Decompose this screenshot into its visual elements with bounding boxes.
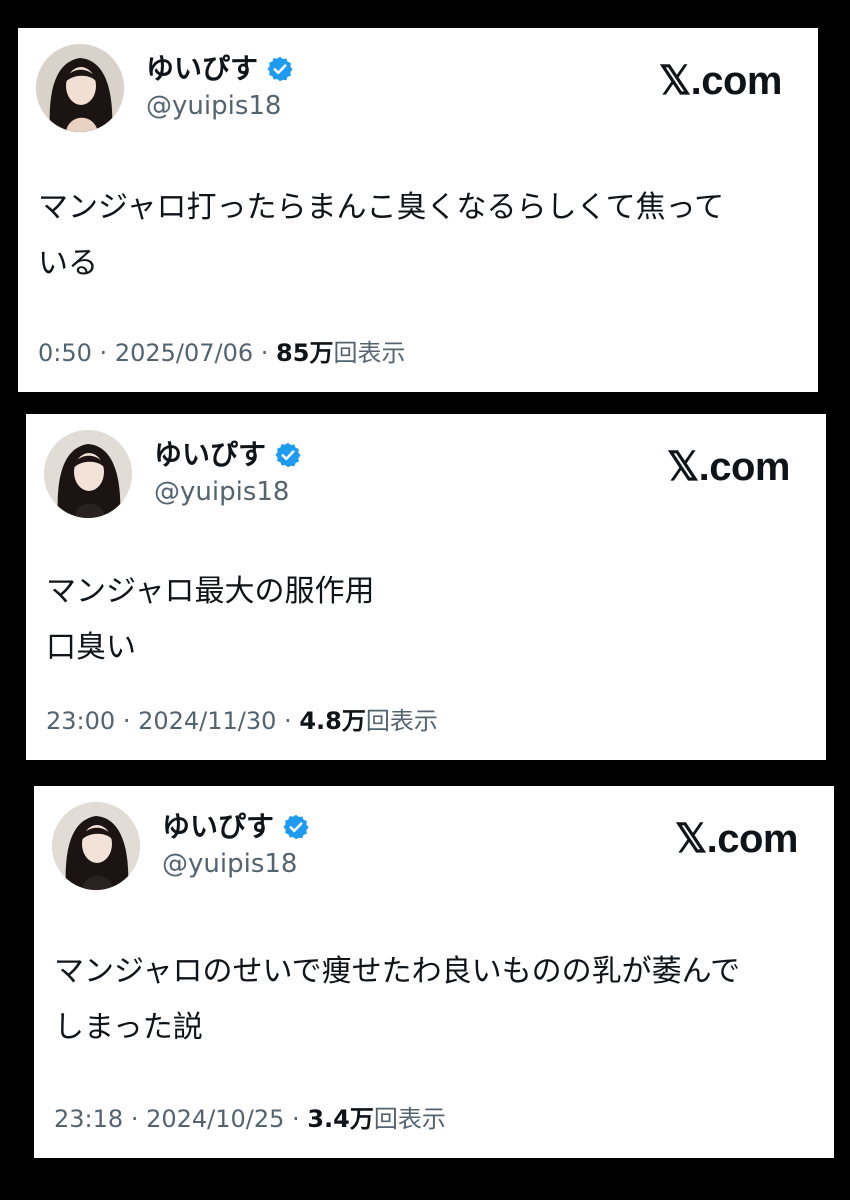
site-logo: 𝕏.com [666, 445, 791, 489]
handle[interactable]: @yuipis18 [146, 90, 281, 122]
tweet-card[interactable]: ゆいぴす @yuipis18 𝕏.com マンジャロのせいで痩せたわ良いものの乳… [34, 786, 834, 1158]
separator: · [130, 1105, 147, 1133]
verified-badge-icon [267, 56, 293, 82]
tweet-card[interactable]: ゆいぴす @yuipis18 𝕏.com マンジャロ打ったらまんこ臭くなるらしく… [18, 28, 818, 392]
views-label: 回表示 [373, 1105, 446, 1133]
views-count: 3.4万 [307, 1105, 374, 1133]
tweet-date[interactable]: 2024/10/25 [146, 1105, 284, 1133]
tweet-meta: 0:50 · 2025/07/06 · 85万回表示 [38, 338, 405, 368]
avatar[interactable] [44, 430, 132, 518]
verified-badge-icon [275, 442, 301, 468]
tweet-time[interactable]: 23:18 [54, 1105, 123, 1133]
avatar[interactable] [36, 44, 124, 132]
views-count: 4.8万 [299, 707, 366, 735]
handle[interactable]: @yuipis18 [154, 476, 289, 508]
separator: · [122, 707, 139, 735]
tweet-meta: 23:18 · 2024/10/25 · 3.4万回表示 [54, 1104, 446, 1134]
handle[interactable]: @yuipis18 [162, 848, 297, 880]
verified-badge-icon [283, 814, 309, 840]
author-row: ゆいぴす [146, 52, 294, 86]
tweet-meta: 23:00 · 2024/11/30 · 4.8万回表示 [46, 706, 438, 736]
tweet-text: マンジャロ最大の服作用 口臭い [46, 574, 375, 665]
tweet-date[interactable]: 2025/07/06 [115, 339, 253, 367]
views-count: 85万 [276, 339, 334, 367]
author-row: ゆいぴす [154, 438, 302, 472]
tweet-time[interactable]: 23:00 [46, 707, 115, 735]
tweet-time[interactable]: 0:50 [38, 339, 92, 367]
separator: · [292, 1105, 308, 1133]
views-label: 回表示 [365, 707, 438, 735]
tweet-date[interactable]: 2024/11/30 [138, 707, 276, 735]
separator: · [99, 339, 115, 367]
tweet-text: マンジャロのせいで痩せたわ良いものの乳が萎んで しまった説 [54, 954, 741, 1045]
separator: · [260, 339, 277, 367]
site-logo: 𝕏.com [658, 59, 783, 103]
display-name[interactable]: ゆいぴす [146, 52, 258, 86]
separator: · [284, 707, 300, 735]
views-label: 回表示 [333, 339, 406, 367]
author-row: ゆいぴす [162, 810, 310, 844]
display-name[interactable]: ゆいぴす [162, 810, 274, 844]
avatar[interactable] [52, 802, 140, 890]
site-logo: 𝕏.com [674, 817, 799, 861]
tweet-text: マンジャロ打ったらまんこ臭くなるらしくて焦って いる [38, 190, 725, 281]
display-name[interactable]: ゆいぴす [154, 438, 266, 472]
tweet-card[interactable]: ゆいぴす @yuipis18 𝕏.com マンジャロ最大の服作用 口臭い 23:… [26, 414, 826, 760]
